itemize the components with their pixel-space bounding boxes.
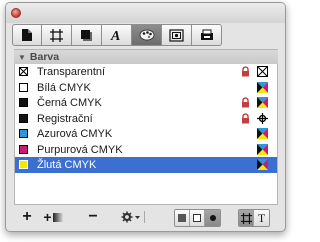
lock-icon [242, 97, 249, 108]
list-item[interactable]: Černá CMYK [15, 95, 277, 111]
list-item[interactable]: Bílá CMYK [15, 80, 277, 96]
close-button[interactable] [11, 8, 21, 18]
color-name: Černá CMYK [37, 97, 102, 109]
color-name: Registrační [37, 112, 93, 125]
disclosure-triangle-icon[interactable]: ▼ [18, 53, 26, 62]
none-icon [257, 66, 268, 77]
radial-fill-icon [209, 215, 216, 221]
color-list: Transparentní Bílá CMYK Černá CMYK Regis… [14, 64, 278, 205]
character-a-icon: A [110, 29, 120, 42]
gear-icon [121, 211, 140, 223]
color-name: Purpurová CMYK [37, 143, 123, 156]
tab-bar: A [12, 24, 222, 48]
remove-color-button[interactable]: − [86, 208, 100, 226]
list-item-selected[interactable]: Žlutá CMYK [15, 157, 277, 173]
frame-target-button[interactable] [239, 210, 254, 226]
solid-fill-button[interactable] [175, 210, 190, 226]
svg-text:A: A [110, 29, 120, 42]
color-panel-window: A ▼ Barva Transparentní Bílá CMYK Černá … [5, 2, 286, 232]
lock-icon [242, 66, 249, 77]
tab-shadow[interactable] [72, 24, 102, 46]
tab-output[interactable] [192, 24, 222, 46]
color-swatch [19, 144, 28, 154]
tab-character[interactable]: A [102, 24, 132, 46]
cmyk-icon [257, 81, 268, 93]
color-swatch [19, 82, 28, 92]
document-page-icon [22, 29, 32, 41]
image-frame-icon [169, 28, 184, 42]
action-menu-button[interactable] [120, 208, 142, 226]
tab-image[interactable] [162, 24, 192, 46]
list-item[interactable]: Purpurová CMYK [15, 142, 277, 158]
color-swatch [19, 160, 28, 169]
target-segmented-control: T [238, 209, 270, 227]
text-target-button[interactable]: T [254, 210, 269, 226]
add-gradient-button[interactable]: + [40, 208, 66, 226]
list-item[interactable]: Transparentní [15, 64, 277, 80]
color-swatch [19, 113, 28, 123]
title-bar [6, 3, 285, 23]
list-item[interactable]: Registrační [15, 111, 277, 127]
color-palette-icon [139, 29, 154, 41]
none-swatch-icon [19, 67, 28, 76]
color-name: Bílá CMYK [37, 81, 91, 94]
linear-fill-button[interactable] [190, 210, 205, 226]
lock-icon [242, 112, 249, 123]
frame-crop-icon [50, 28, 63, 42]
color-name: Transparentní [37, 66, 106, 78]
color-swatch [19, 129, 28, 138]
tab-color[interactable] [132, 24, 162, 46]
outline-fill-icon [193, 214, 201, 222]
gradient-icon [52, 212, 63, 222]
shadow-box-icon [81, 29, 92, 41]
cmyk-icon [257, 97, 268, 108]
color-name: Žlutá CMYK [37, 159, 97, 171]
frame-crop-icon [240, 212, 252, 224]
tab-frame[interactable] [42, 24, 72, 46]
separator [144, 211, 145, 223]
cmyk-icon [257, 143, 268, 155]
radial-fill-button[interactable] [205, 210, 220, 226]
cmyk-icon [257, 128, 268, 139]
printer-output-icon [200, 29, 213, 40]
solid-fill-icon [178, 214, 186, 222]
tab-document[interactable] [12, 24, 42, 46]
color-name: Azurová CMYK [37, 128, 113, 140]
section-header-color[interactable]: ▼ Barva [14, 49, 278, 65]
add-color-button[interactable]: + [20, 208, 34, 226]
plus-label: + [43, 209, 52, 225]
section-title: Barva [29, 51, 60, 63]
list-item[interactable]: Azurová CMYK [15, 126, 277, 142]
fill-mode-segmented-control [174, 209, 221, 227]
registration-icon [257, 112, 268, 124]
panel-footer: + + − T [14, 206, 278, 228]
color-swatch [19, 67, 28, 76]
cmyk-icon [257, 159, 268, 170]
color-swatch [19, 98, 28, 107]
